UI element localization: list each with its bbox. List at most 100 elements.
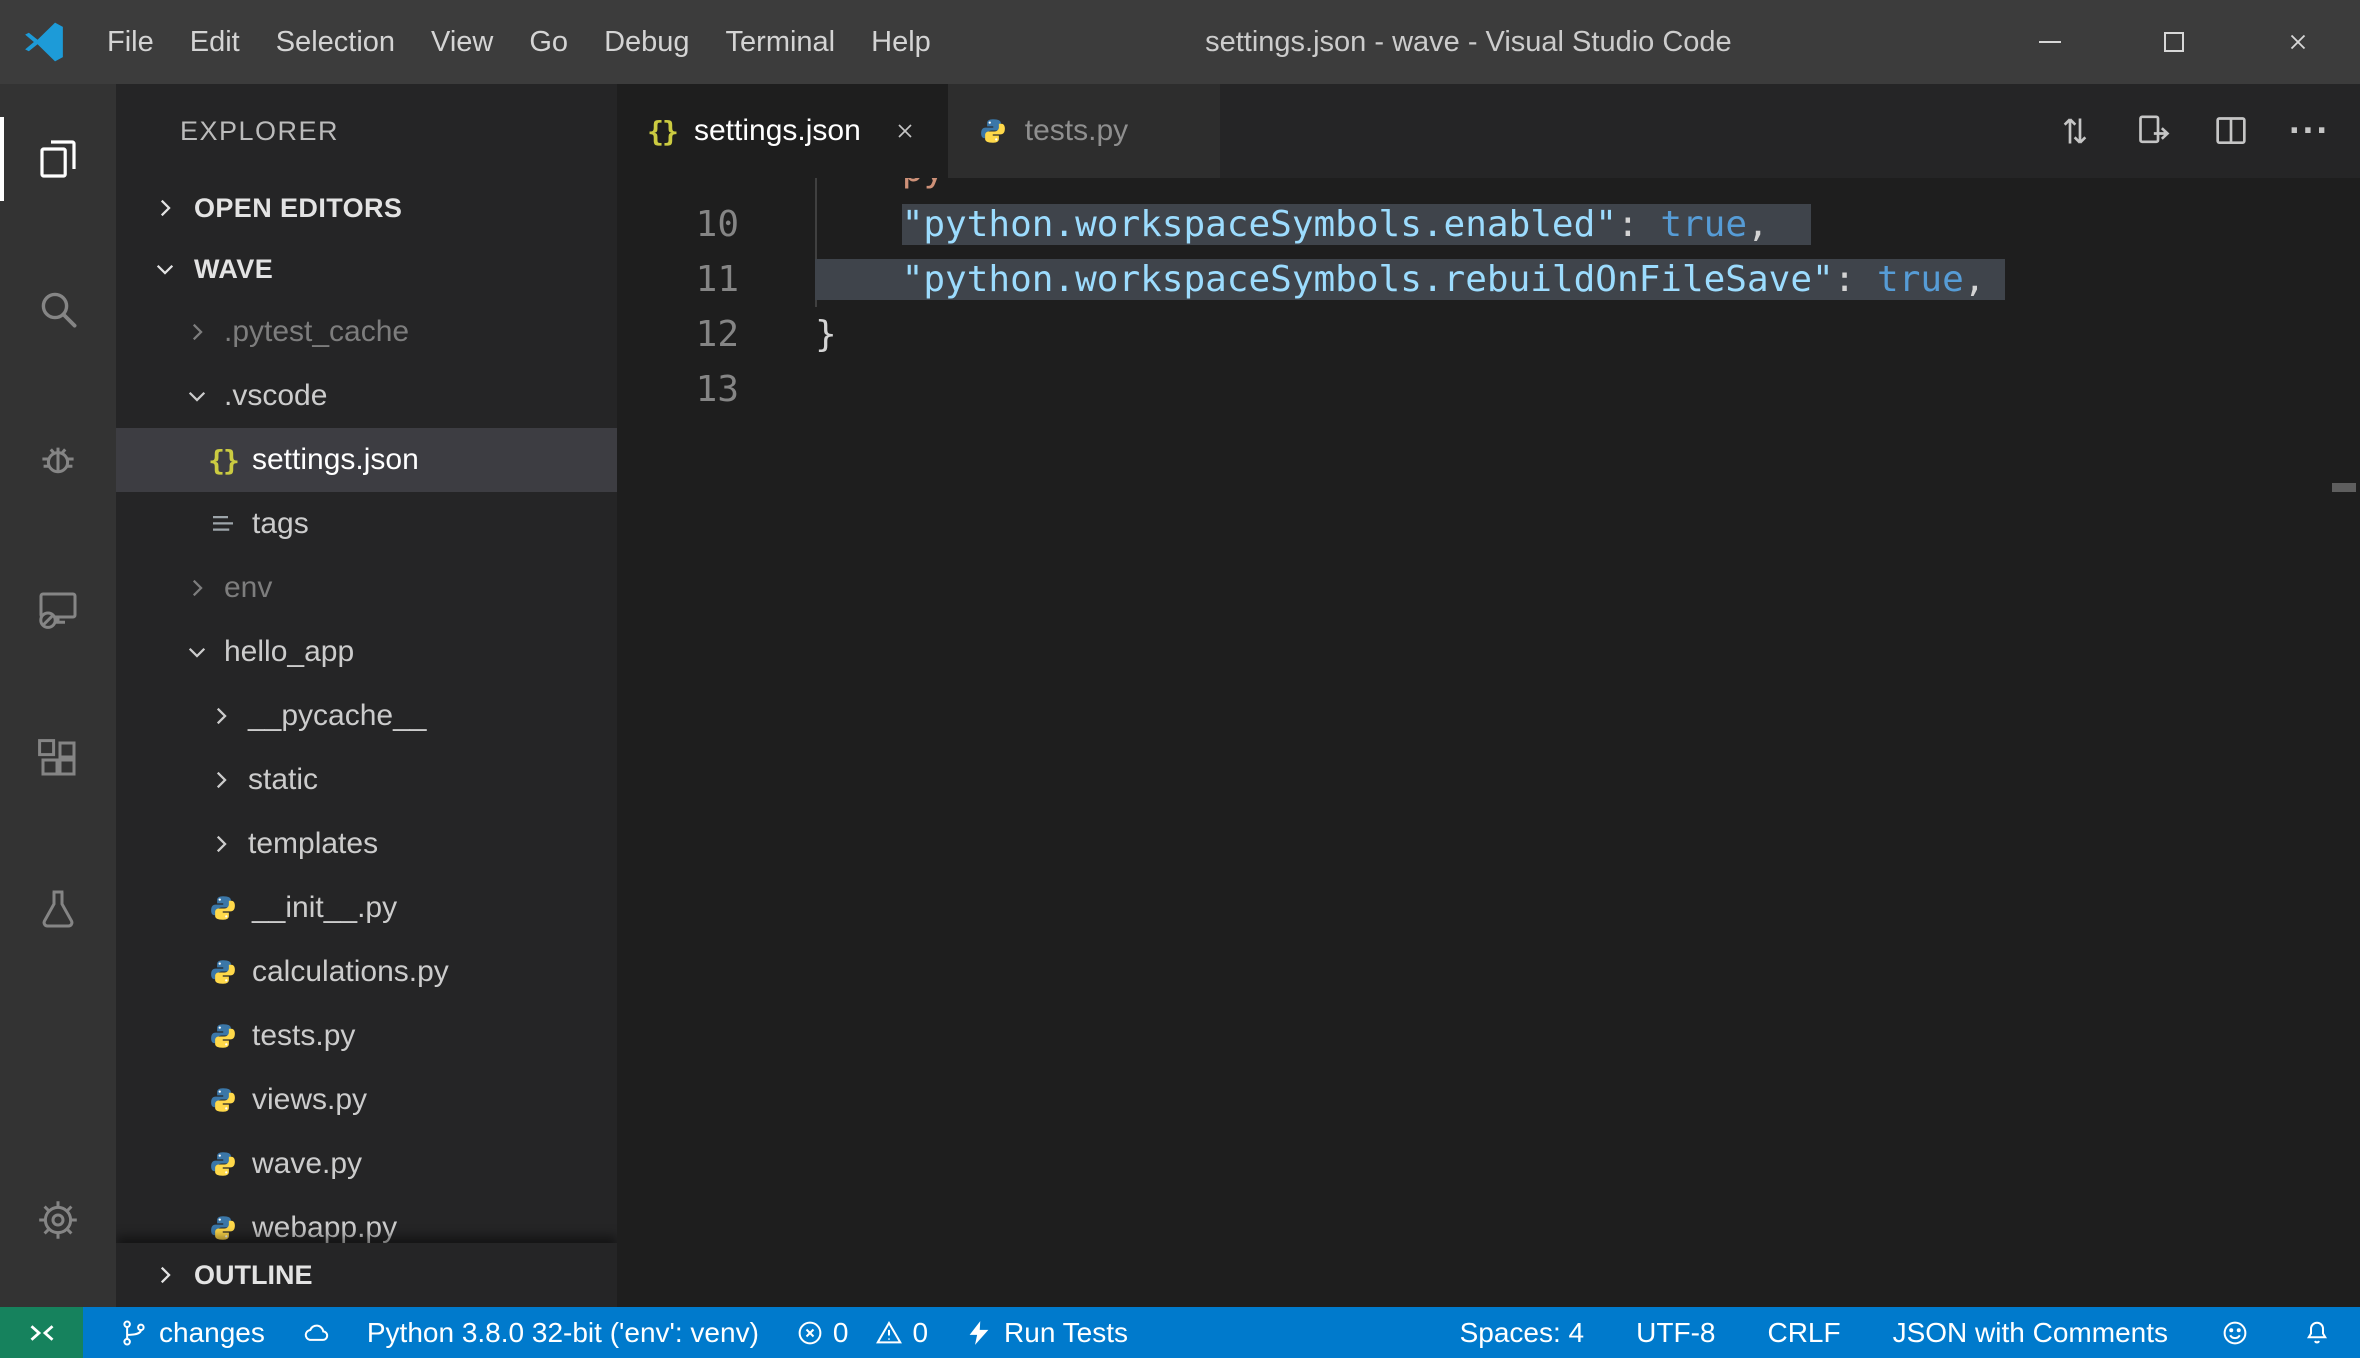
tab-settings-json[interactable]: {} settings.json [617,84,948,178]
activity-search[interactable] [0,234,116,384]
language-mode-status[interactable]: JSON with Comments [1893,1317,2168,1349]
open-changes-icon[interactable] [2055,111,2095,151]
feedback-smiley[interactable] [2220,1318,2250,1348]
sync-status[interactable] [301,1318,331,1348]
split-editor-icon[interactable] [2211,111,2251,151]
open-preview-icon[interactable] [2133,111,2173,151]
beaker-icon [34,885,82,933]
remote-icon [24,1315,60,1351]
python-icon [976,116,1010,146]
activity-settings[interactable] [0,1145,116,1295]
maximize-button[interactable] [2112,0,2236,84]
files-icon [34,135,82,183]
tree-item-pytest-cache[interactable]: .pytest_cache [116,300,617,364]
tab-tests-py[interactable]: tests.py [947,84,1222,178]
explorer-sidebar: EXPLORER OPEN EDITORS WAVE .pytest_cache… [116,84,617,1307]
minimize-icon [2039,41,2061,43]
tree-item-settings-json[interactable]: {} settings.json [116,428,617,492]
activity-test[interactable] [0,834,116,984]
code-line-10: "python.workspaceSymbols.enabled": true, [815,197,2360,252]
menu-selection[interactable]: Selection [258,0,413,84]
maximize-icon [2164,32,2184,52]
git-branch-status[interactable]: changes [119,1317,265,1349]
problems-status[interactable]: 0 0 [795,1317,928,1349]
tree-item-init-py[interactable]: __init__.py [116,876,617,940]
tree-item-templates[interactable]: templates [116,812,617,876]
chevron-down-icon [150,256,180,282]
menu-bar: File Edit Selection View Go Debug Termin… [89,0,949,84]
menu-go[interactable]: Go [511,0,586,84]
vscode-window: File Edit Selection View Go Debug Termin… [0,0,2360,1358]
cloud-icon [301,1318,331,1348]
tree-item-env[interactable]: env [116,556,617,620]
close-icon [2285,29,2311,55]
smiley-icon [2220,1318,2250,1348]
chevron-right-icon [150,1262,180,1288]
minimize-button[interactable] [1988,0,2112,84]
run-tests-status[interactable]: Run Tests [964,1317,1128,1349]
tree-item-static[interactable]: static [116,748,617,812]
python-icon [206,1085,240,1115]
remote-indicator[interactable] [0,1307,83,1358]
debug-icon [34,435,82,483]
json-icon: {} [208,443,240,477]
activity-debug[interactable] [0,384,116,534]
branch-icon [119,1318,149,1348]
section-root-wave[interactable]: WAVE [116,238,617,300]
activity-bar [0,84,116,1307]
menu-view[interactable]: View [413,0,511,84]
code-line-11: "python.workspaceSymbols.rebuildOnFileSa… [815,252,2360,307]
editor-group: {} settings.json tests.py ··· 10 11 12 1… [617,84,2360,1307]
chevron-down-icon [182,639,212,665]
line-number: 12 [695,314,739,355]
code-editor[interactable]: 10 11 12 13 py "python.workspaceSymbols.… [617,178,2360,1307]
indentation-status[interactable]: Spaces: 4 [1460,1317,1585,1349]
json-icon: {} [647,114,679,148]
extensions-icon [34,735,82,783]
file-tree: .pytest_cache .vscode {} settings.json t… [116,300,617,1260]
menu-debug[interactable]: Debug [586,0,707,84]
menu-terminal[interactable]: Terminal [708,0,854,84]
chevron-right-icon [182,575,212,601]
status-bar-right: Spaces: 4 UTF-8 CRLF JSON with Comments [1408,1317,2360,1349]
menu-file[interactable]: File [89,0,172,84]
tree-item-vscode[interactable]: .vscode [116,364,617,428]
code-lines: py "python.workspaceSymbols.enabled": tr… [815,178,2360,417]
section-outline[interactable]: OUTLINE [116,1243,617,1307]
window-title: settings.json - wave - Visual Studio Cod… [1205,25,1732,58]
code-line-9: py [815,178,2360,197]
section-open-editors[interactable]: OPEN EDITORS [116,178,617,238]
python-interpreter-status[interactable]: Python 3.8.0 32-bit ('env': venv) [367,1317,759,1349]
tab-bar: {} settings.json tests.py ··· [617,84,2360,178]
tree-item-hello-app[interactable]: hello_app [116,620,617,684]
activity-explorer[interactable] [0,84,116,234]
chevron-right-icon [206,831,236,857]
python-icon [206,1021,240,1051]
vscode-logo-icon [25,22,63,62]
tree-item-calculations-py[interactable]: calculations.py [116,940,617,1004]
chevron-right-icon [150,195,180,221]
eol-status[interactable]: CRLF [1767,1317,1840,1349]
title-bar: File Edit Selection View Go Debug Termin… [0,0,2360,84]
window-controls [1988,0,2360,84]
menu-help[interactable]: Help [853,0,949,84]
tree-item-views-py[interactable]: views.py [116,1068,617,1132]
activity-remote[interactable] [0,534,116,684]
encoding-status[interactable]: UTF-8 [1636,1317,1715,1349]
tree-item-tags[interactable]: tags [116,492,617,556]
search-icon [34,285,82,333]
remote-explorer-icon [34,585,82,633]
chevron-right-icon [206,767,236,793]
sidebar-title: EXPLORER [180,115,340,146]
warning-icon [874,1318,904,1348]
close-button[interactable] [2236,0,2360,84]
close-tab-icon[interactable] [890,116,920,146]
tree-item-pycache[interactable]: __pycache__ [116,684,617,748]
activity-extensions[interactable] [0,684,116,834]
menu-edit[interactable]: Edit [172,0,258,84]
notifications-bell[interactable] [2302,1318,2332,1348]
more-actions-icon[interactable]: ··· [2289,111,2330,151]
python-icon [206,893,240,923]
tree-item-tests-py[interactable]: tests.py [116,1004,617,1068]
tree-item-wave-py[interactable]: wave.py [116,1132,617,1196]
